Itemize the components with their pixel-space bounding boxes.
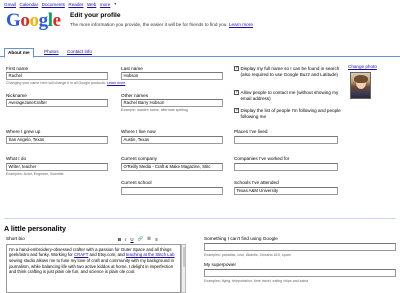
nickname-label: Nickname xyxy=(6,93,27,98)
last-name-label: Last name xyxy=(121,66,143,71)
top-nav: Gmail Calendar Documents Reader Web more ▾ xyxy=(0,0,400,8)
current-company-field[interactable]: O'Reilly Media - Craft & Make Magazine, … xyxy=(121,163,223,171)
logo-letter: o xyxy=(29,10,40,31)
logo-letter: e xyxy=(52,10,61,31)
first-name-field[interactable]: Rachel xyxy=(6,72,108,80)
display-full-name-option[interactable]: Display my full name so I can be found i… xyxy=(234,66,342,77)
italic-button[interactable]: I xyxy=(125,237,126,242)
learn-more-link[interactable]: Learn more xyxy=(229,22,253,27)
companies-worked-label: Companies I've worked for xyxy=(234,156,290,161)
display-following-label: Display the list of people I'm following… xyxy=(240,108,341,119)
other-names-label: Other names xyxy=(121,93,149,98)
tab-bar: About me Photos Contact info xyxy=(0,48,400,58)
nickname-field[interactable]: AverageJaneCrafter xyxy=(6,99,108,107)
bold-button[interactable]: B xyxy=(118,237,121,242)
current-school-field[interactable] xyxy=(121,187,223,195)
superpower-field[interactable] xyxy=(204,269,396,277)
subtitle-text: The more information you provide, the ea… xyxy=(70,22,228,27)
live-now-field[interactable]: Austin, Texas xyxy=(121,136,223,144)
topnav-reader[interactable]: Reader xyxy=(68,2,83,7)
tab-contact-info[interactable]: Contact info xyxy=(64,48,95,57)
other-names-field[interactable]: Rachel Barry Hobson xyxy=(121,99,223,107)
tab-about-me[interactable]: About me xyxy=(4,48,34,58)
live-now-label: Where I live now xyxy=(121,129,156,134)
schools-attended-field[interactable]: Texas A&M University xyxy=(234,187,338,195)
superpower-hint: Examples: flying, teleportation, time tr… xyxy=(204,279,309,283)
display-full-name-checkbox[interactable] xyxy=(234,66,239,72)
schools-attended-label: Schools I've attended xyxy=(234,180,279,185)
tab-photos[interactable]: Photos xyxy=(41,48,62,57)
underline-button[interactable]: U xyxy=(130,237,133,242)
personality-section-title: A little personality xyxy=(4,224,67,233)
allow-contact-option[interactable]: Allow people to contact me (without show… xyxy=(234,90,342,101)
name-hint-text: Changing your name here will change it i… xyxy=(6,81,106,85)
grew-up-label: Where I grew up xyxy=(6,129,41,134)
other-names-hint: Example: maiden name, alternate spelling xyxy=(121,108,188,112)
display-following-checkbox[interactable] xyxy=(234,108,239,114)
bio-text: sewing studio allows me to fuse my love … xyxy=(9,257,175,275)
current-company-label: Current company xyxy=(121,156,157,161)
link-icon[interactable]: 🔗 xyxy=(138,236,143,242)
companies-worked-field[interactable] xyxy=(234,163,338,171)
section-divider xyxy=(4,218,396,219)
topnav-more[interactable]: more xyxy=(100,2,110,7)
cant-find-label: Something I can't find using Google xyxy=(204,236,278,241)
allow-contact-label: Allow people to contact me (without show… xyxy=(240,90,339,101)
superpower-label: My superpower xyxy=(204,262,237,267)
profile-photo[interactable] xyxy=(350,72,371,99)
numbered-list-icon[interactable]: ≡ xyxy=(155,237,158,242)
logo-letter: G xyxy=(6,10,21,31)
change-photo-link[interactable]: Change photo xyxy=(348,64,377,69)
display-following-option[interactable]: Display the list of people I'm following… xyxy=(234,108,342,119)
short-bio-label: Short bio xyxy=(6,236,25,241)
topnav-calendar[interactable]: Calendar xyxy=(20,2,39,7)
topnav-documents[interactable]: Documents xyxy=(42,2,65,7)
grew-up-field[interactable]: San Angelo, Texas xyxy=(6,136,108,144)
display-full-name-label: Display my full name so I can be found i… xyxy=(240,66,340,77)
logo-letter: o xyxy=(20,10,30,31)
bulleted-list-icon[interactable]: ☰ xyxy=(147,236,151,242)
cant-find-field[interactable] xyxy=(204,243,396,251)
bio-link-craft[interactable]: CRAFT xyxy=(74,252,88,257)
what-i-do-label: What I do xyxy=(6,156,27,161)
allow-contact-checkbox[interactable] xyxy=(234,90,239,96)
page-header: Google Edit your profile The more inform… xyxy=(0,9,400,37)
page-title: Edit your profile xyxy=(70,12,121,19)
what-i-do-hint: Examples: Actor, Engineer, Scientist xyxy=(6,172,64,176)
bio-link-stitch-lab[interactable]: teaching at the Stitch Lab xyxy=(126,252,175,257)
chevron-down-icon[interactable]: ▾ xyxy=(114,2,116,6)
google-logo[interactable]: Google xyxy=(6,10,61,32)
bio-editor-toolbar: B I U 🔗 ☰ ≡ xyxy=(118,236,158,242)
logo-letter: g xyxy=(38,10,49,31)
page-subtitle: The more information you provide, the ea… xyxy=(70,22,253,27)
topnav-gmail[interactable]: Gmail xyxy=(4,2,16,7)
last-name-field[interactable]: Hobson xyxy=(121,72,223,80)
name-change-hint: Changing your name here will change it i… xyxy=(6,81,125,85)
cant-find-hint: Examples: paradise, love, Atlantis, Ocea… xyxy=(204,253,291,257)
bio-scrollbar[interactable] xyxy=(181,244,186,293)
name-learn-more-link[interactable]: Learn more xyxy=(107,81,125,85)
short-bio-editor[interactable]: I'm a hand-embroidery-obsessed crafter w… xyxy=(6,244,181,293)
bio-text: and Etsy.com, and xyxy=(88,252,126,258)
first-name-label: First name xyxy=(6,66,29,71)
places-lived-label: Places I've lived xyxy=(234,129,268,134)
current-school-label: Current school xyxy=(121,180,152,185)
places-lived-field[interactable] xyxy=(234,136,338,144)
what-i-do-field[interactable]: Writer, teacher xyxy=(6,163,108,171)
topnav-web[interactable]: Web xyxy=(87,2,96,7)
